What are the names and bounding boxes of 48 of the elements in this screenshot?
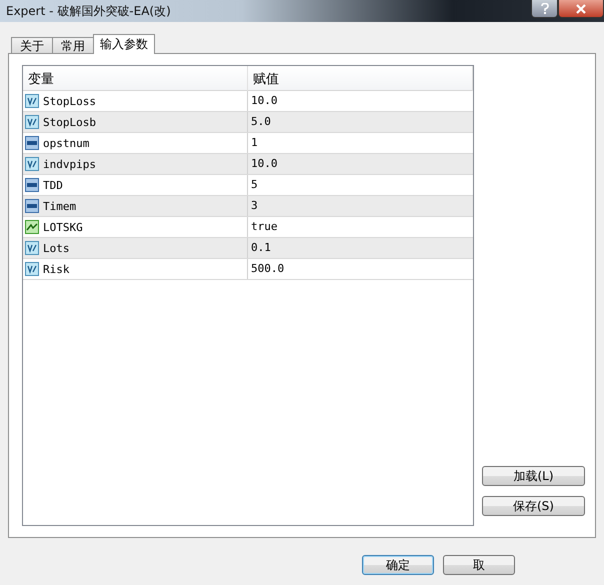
parameter-name: StopLosb <box>43 116 96 128</box>
integer-icon <box>25 136 39 150</box>
table-row[interactable]: Risk 500.0 <box>23 259 473 280</box>
parameter-name: Timem <box>43 200 76 212</box>
close-icon <box>576 4 586 14</box>
parameter-value: 10.0 <box>250 156 278 172</box>
table-row[interactable]: StopLoss 10.0 <box>23 91 473 112</box>
parameter-value: 500.0 <box>250 261 286 277</box>
cancel-button[interactable]: 取 <box>443 555 515 575</box>
parameter-name: StopLoss <box>43 94 96 108</box>
ok-button[interactable]: 确定 <box>362 555 434 575</box>
table-row[interactable]: StopLosb 5.0 <box>23 112 473 133</box>
help-button[interactable] <box>531 0 558 18</box>
close-button[interactable] <box>558 0 604 18</box>
parameter-name: indvpips <box>43 158 96 170</box>
parameter-value: 1 <box>250 135 259 151</box>
window-title: Expert - 破解国外突破-EA(改) <box>5 3 172 20</box>
integer-icon <box>25 199 39 213</box>
parameter-name: TDD <box>43 178 63 192</box>
table-row[interactable]: opstnum 1 <box>23 133 473 154</box>
variable-icon <box>25 115 39 129</box>
parameter-value: 3 <box>250 198 259 214</box>
parameter-name: LOTSKG <box>43 220 83 234</box>
table-row[interactable]: Timem 3 <box>23 196 473 217</box>
table-row[interactable]: TDD 5 <box>23 175 473 196</box>
parameter-value: true <box>250 219 278 235</box>
tab[interactable]: 常用 <box>52 37 94 54</box>
parameter-value: 0.1 <box>250 240 272 256</box>
integer-icon <box>25 178 39 192</box>
parameter-value: 5 <box>250 177 259 193</box>
variable-icon <box>25 241 39 255</box>
parameter-value: 10.0 <box>250 93 278 109</box>
parameter-name: Lots <box>43 242 70 254</box>
tab[interactable]: 输入参数 <box>93 34 155 54</box>
variable-icon <box>25 94 39 108</box>
help-icon <box>540 3 548 14</box>
variable-icon <box>25 157 39 171</box>
parameter-name: Risk <box>43 262 70 276</box>
boolean-icon <box>25 220 39 234</box>
table-row[interactable]: indvpips 10.0 <box>23 154 473 175</box>
parameter-name: opstnum <box>43 136 90 150</box>
save-button[interactable]: 保存(S) <box>482 496 585 516</box>
load-button[interactable]: 加载(L) <box>482 466 585 486</box>
parameter-value: 5.0 <box>250 114 272 130</box>
tab[interactable]: 关于 <box>11 37 53 54</box>
variable-icon <box>25 262 39 276</box>
table-row[interactable]: LOTSKG true <box>23 217 473 238</box>
table-row[interactable]: Lots 0.1 <box>23 238 473 259</box>
